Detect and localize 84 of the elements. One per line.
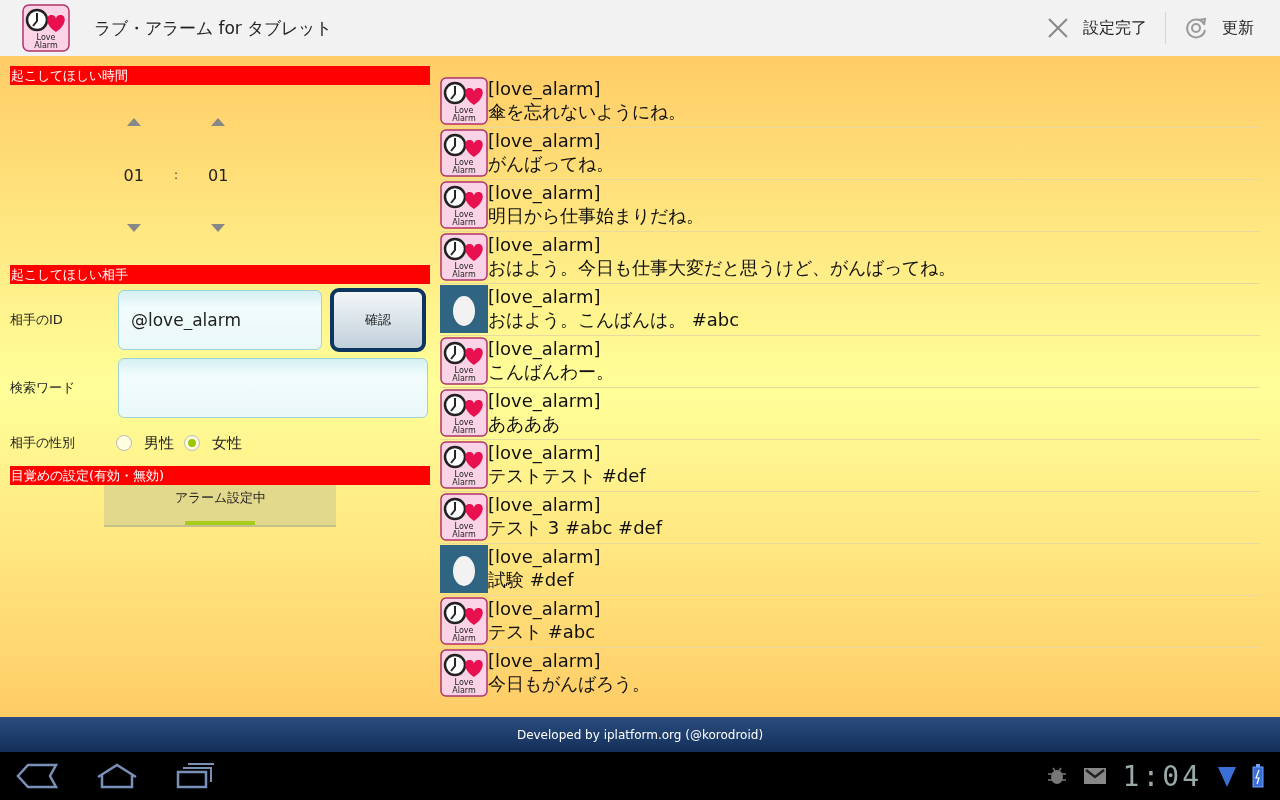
- section-header: 起こしてほしい時間: [10, 66, 430, 85]
- app-logo-avatar: Love Alarm: [440, 129, 488, 177]
- down-arrow-icon[interactable]: [211, 224, 226, 232]
- tweet-row[interactable]: Love Alarm [love_alarm] ああああ: [440, 388, 1260, 440]
- alarm-toggle-button[interactable]: アラーム設定中: [104, 485, 336, 527]
- mail-icon: [1082, 767, 1107, 785]
- tweet-row[interactable]: Love Alarm [love_alarm] 傘を忘れないようにね。: [440, 76, 1260, 128]
- tweet-row[interactable]: Love Alarm [love_alarm] がんばってね。: [440, 128, 1260, 180]
- app-logo-avatar: Love Alarm: [440, 649, 488, 697]
- tweet-text: 傘を忘れないようにね。: [488, 100, 686, 123]
- tweet-row[interactable]: [love_alarm] 試験 #def: [440, 544, 1260, 596]
- id-input-field[interactable]: @love_alarm: [118, 290, 322, 350]
- app-logo-avatar: Love Alarm: [440, 493, 488, 541]
- tweet-text: こんばんわー。: [488, 360, 614, 383]
- radio-label[interactable]: 女性: [212, 433, 242, 453]
- app-logo-avatar: Love Alarm: [440, 233, 488, 281]
- app-logo-avatar: Love Alarm: [440, 181, 488, 229]
- refresh-button[interactable]: 更新: [1174, 8, 1264, 48]
- minute-value: 01: [208, 165, 229, 185]
- home-icon[interactable]: [96, 763, 138, 789]
- close-icon: [1047, 17, 1069, 39]
- field-label: 相手の性別: [10, 434, 76, 452]
- refresh-icon: [1184, 16, 1208, 40]
- tweet-text: 明日から仕事始まりだね。: [488, 204, 704, 227]
- egg-avatar: [440, 545, 488, 593]
- tweet-text: 今日もがんばろう。: [488, 672, 650, 695]
- tweet-username: [love_alarm]: [488, 181, 602, 204]
- app-logo-icon[interactable]: Love Alarm: [22, 4, 70, 52]
- search-word-field[interactable]: [118, 358, 428, 418]
- tweet-row[interactable]: Love Alarm [love_alarm] テスト 3 #abc #def: [440, 492, 1260, 544]
- tweet-username: [love_alarm]: [488, 597, 601, 620]
- bug-icon: [1046, 766, 1067, 786]
- up-arrow-icon[interactable]: [126, 118, 141, 126]
- tweet-text: おはよう。今日も仕事大変だと思うけど、がんばってね。: [488, 256, 956, 279]
- radio-button[interactable]: [184, 435, 200, 451]
- egg-avatar: [440, 285, 488, 333]
- wifi-signal-icon: [1218, 765, 1236, 787]
- tweet-row[interactable]: [love_alarm] おはよう。こんばんは。 #abc: [440, 284, 1260, 336]
- done-button[interactable]: 設定完了: [1037, 9, 1157, 47]
- app-logo-avatar: Love Alarm: [440, 597, 488, 645]
- tweet-row[interactable]: Love Alarm [love_alarm] 今日もがんばろう。: [440, 648, 1260, 696]
- hour-value: 01: [123, 165, 144, 185]
- section-header: 起こしてほしい相手: [10, 265, 430, 284]
- recent-apps-icon[interactable]: [176, 763, 216, 789]
- tweet-username: [love_alarm]: [488, 441, 602, 464]
- tweet-username: [love_alarm]: [488, 129, 602, 152]
- clock-time: 1:04: [1122, 759, 1202, 793]
- tweet-row[interactable]: Love Alarm [love_alarm] おはよう。今日も仕事大変だと思うけど、がんばってね。: [440, 232, 1260, 284]
- time-separator: :: [173, 168, 178, 182]
- tweet-text: がんばってね。: [488, 152, 614, 175]
- tweet-text: 試験 #def: [488, 568, 575, 591]
- tweet-username: [love_alarm]: [488, 337, 602, 360]
- radio-button[interactable]: [116, 435, 132, 451]
- app-logo-avatar: Love Alarm: [440, 389, 488, 437]
- tweet-row[interactable]: Love Alarm [love_alarm] こんばんわー。: [440, 336, 1260, 388]
- tweet-username: [love_alarm]: [488, 77, 602, 100]
- tweet-username: [love_alarm]: [488, 285, 602, 308]
- field-label: 検索ワード: [10, 379, 76, 397]
- tweet-username: [love_alarm]: [488, 545, 601, 568]
- down-arrow-icon[interactable]: [126, 224, 141, 232]
- field-label: 相手のID: [10, 311, 64, 329]
- footer-credit: Developed by iplatform.org (@korodroid): [516, 727, 764, 742]
- radio-label[interactable]: 男性: [144, 433, 174, 453]
- tweet-row[interactable]: Love Alarm [love_alarm] テストテスト #def: [440, 440, 1260, 492]
- tweet-row[interactable]: Love Alarm [love_alarm] テスト #abc: [440, 596, 1260, 648]
- tweet-username: [love_alarm]: [488, 649, 602, 672]
- tweet-username: [love_alarm]: [488, 493, 602, 516]
- tweet-row[interactable]: Love Alarm [love_alarm] 明日から仕事始まりだね。: [440, 180, 1260, 232]
- battery-icon: [1252, 764, 1264, 788]
- app-title: ラブ・アラーム for タブレット: [94, 16, 333, 40]
- tweet-username: [love_alarm]: [488, 233, 602, 256]
- tweet-text: テスト #abc: [488, 620, 597, 643]
- tweet-username: [love_alarm]: [488, 389, 601, 412]
- up-arrow-icon[interactable]: [211, 118, 226, 126]
- app-logo-avatar: Love Alarm: [440, 337, 488, 385]
- tweet-text: テスト 3 #abc #def: [488, 516, 662, 539]
- confirm-button[interactable]: 確認: [330, 288, 426, 352]
- tweet-text: おはよう。こんばんは。 #abc: [488, 308, 740, 331]
- app-logo-avatar: Love Alarm: [440, 77, 488, 125]
- back-icon[interactable]: [16, 763, 58, 789]
- app-logo-avatar: Love Alarm: [440, 441, 488, 489]
- tweet-text: ああああ: [488, 412, 561, 435]
- section-header: 目覚めの設定(有効・無効): [10, 466, 430, 485]
- tweet-text: テストテスト #def: [488, 464, 646, 487]
